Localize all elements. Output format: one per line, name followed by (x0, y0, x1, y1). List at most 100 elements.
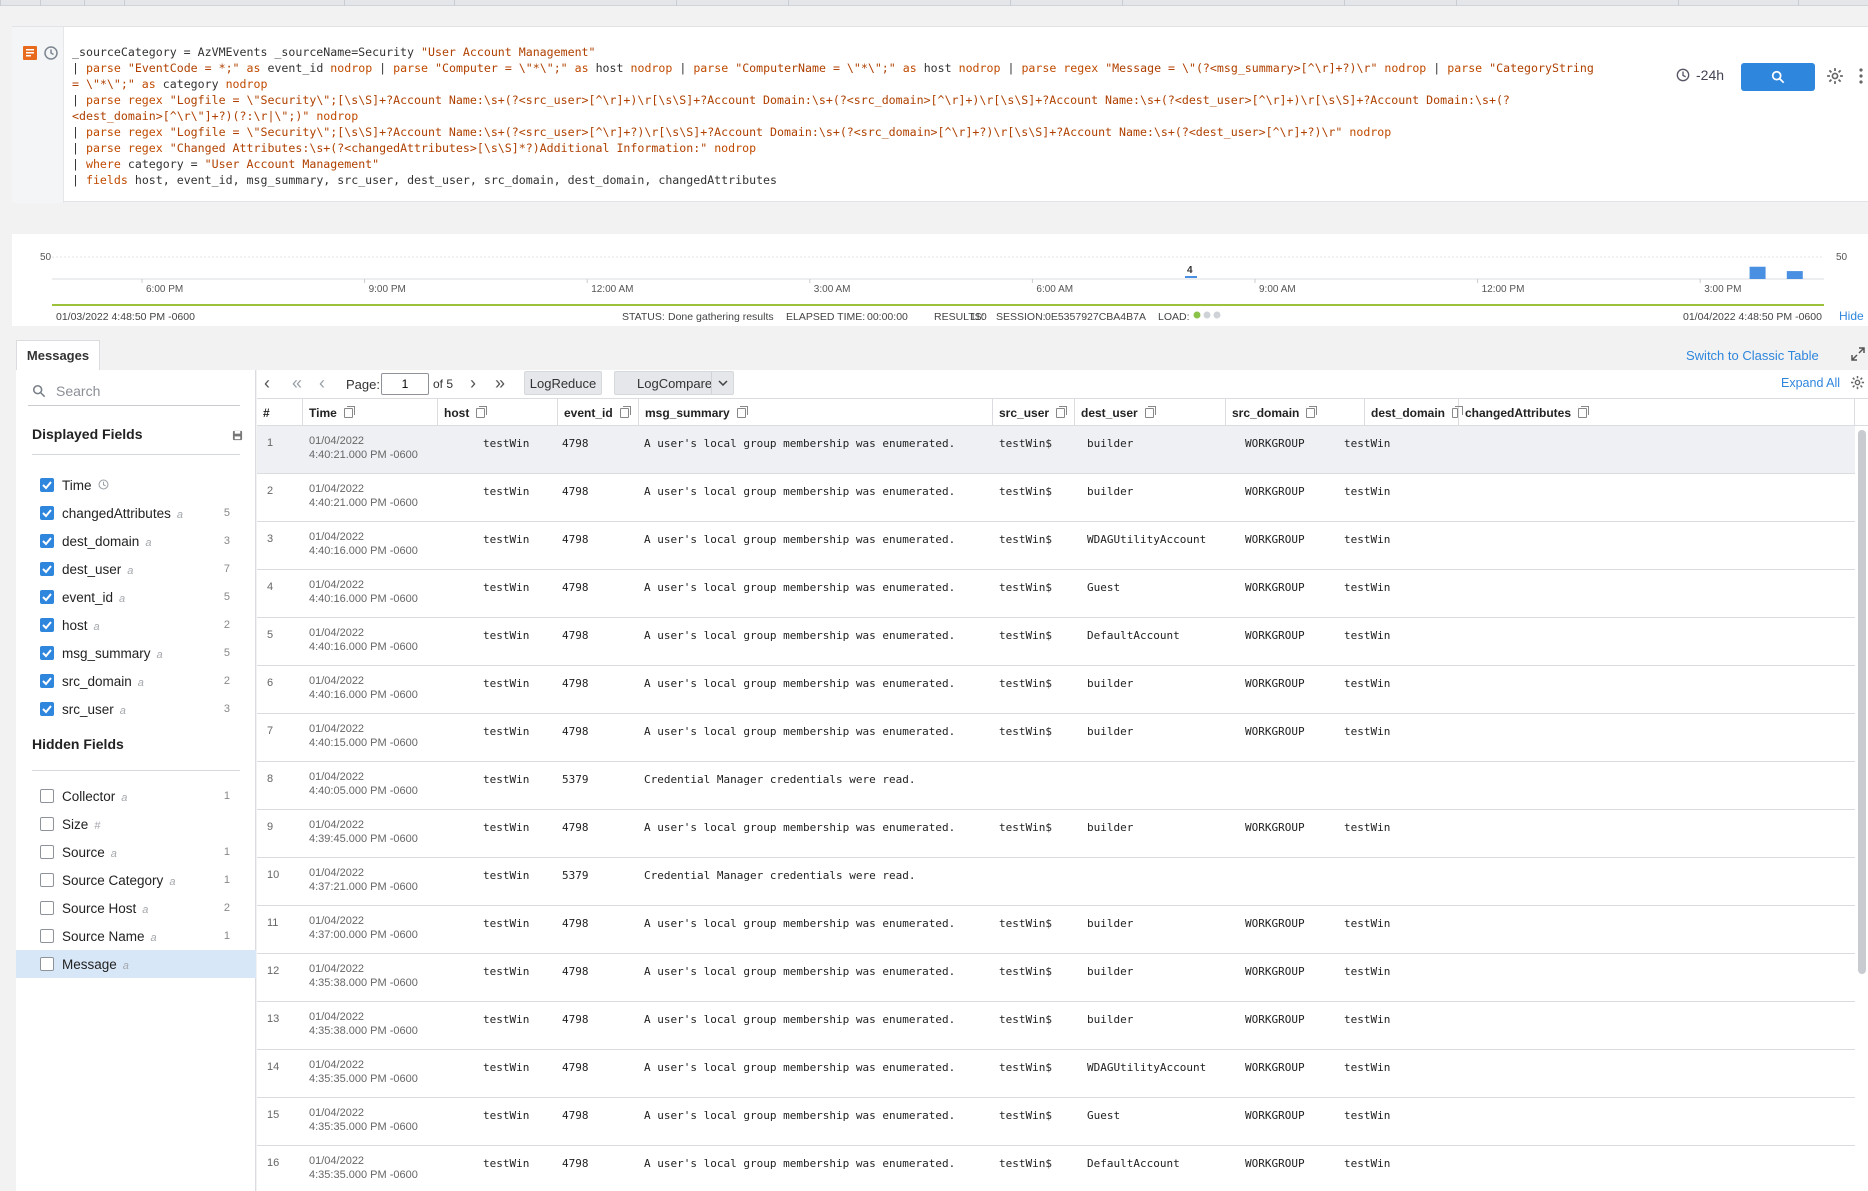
column-header-changedattributes[interactable]: changedAttributes (1459, 399, 1855, 427)
collapse-panel-icon[interactable]: ‹ (257, 374, 277, 394)
expand-all-link[interactable]: Expand All (1781, 376, 1840, 390)
column-header-index[interactable]: # (257, 399, 303, 427)
table-row[interactable]: 5 01/04/2022 4:40:16.000 PM -0600 testWin 47… (257, 618, 1855, 666)
field-item-src_domain[interactable]: src_domain a 2 (16, 667, 256, 695)
copy-icon[interactable] (476, 406, 488, 418)
cell-time: 01/04/2022 4:40:05.000 PM -0600 (309, 770, 418, 798)
field-checkbox[interactable] (40, 534, 54, 548)
table-row[interactable]: 9 01/04/2022 4:39:45.000 PM -0600 testWin 47… (257, 810, 1855, 858)
field-checkbox[interactable] (40, 901, 54, 915)
copy-icon[interactable] (736, 406, 748, 418)
copy-icon[interactable] (343, 406, 355, 418)
gear-icon[interactable] (1826, 67, 1844, 85)
column-header-src-user[interactable]: src_user (993, 399, 1075, 427)
column-header-dest-user[interactable]: dest_user (1075, 399, 1226, 427)
table-cell: WORKGROUP (1245, 1157, 1305, 1170)
field-item-source-category[interactable]: Source Category a 1 (16, 866, 256, 894)
table-row[interactable]: 16 01/04/2022 4:35:35.000 PM -0600 testWin 4… (257, 1146, 1855, 1191)
field-item-src_user[interactable]: src_user a 3 (16, 695, 256, 723)
column-header-host[interactable]: host (438, 399, 558, 427)
chevron-down-icon[interactable] (711, 372, 734, 394)
field-checkbox[interactable] (40, 845, 54, 859)
query-string: "Logfile = \"Security\";[\s\S]+?Account … (169, 125, 1350, 139)
copy-icon[interactable] (1306, 406, 1318, 418)
table-scrollbar[interactable] (1858, 430, 1866, 974)
table-row[interactable]: 6 01/04/2022 4:40:16.000 PM -0600 testWin 47… (257, 666, 1855, 714)
field-checkbox[interactable] (40, 957, 54, 971)
field-item-source-name[interactable]: Source Name a 1 (16, 922, 256, 950)
field-checkbox[interactable] (40, 478, 54, 492)
field-checkbox[interactable] (40, 506, 54, 520)
table-row[interactable]: 11 01/04/2022 4:37:00.000 PM -0600 testWin 4… (257, 906, 1855, 954)
table-row[interactable]: 15 01/04/2022 4:35:35.000 PM -0600 testWin 4… (257, 1098, 1855, 1146)
column-header-msg-summary[interactable]: msg_summary (639, 399, 993, 427)
table-settings-gear-icon[interactable] (1850, 375, 1865, 390)
switch-to-classic-table-link[interactable]: Switch to Classic Table (1686, 348, 1819, 363)
field-item-source[interactable]: Source a 1 (16, 838, 256, 866)
table-row[interactable]: 10 01/04/2022 4:37:21.000 PM -0600 testWin 5… (257, 858, 1855, 906)
field-item-dest_user[interactable]: dest_user a 7 (16, 555, 256, 583)
field-item-event_id[interactable]: event_id a 5 (16, 583, 256, 611)
fullscreen-icon[interactable] (1850, 346, 1866, 362)
copy-icon[interactable] (1452, 406, 1463, 418)
first-page-icon[interactable]: « (287, 374, 307, 394)
field-item-dest_domain[interactable]: dest_domain a 3 (16, 527, 256, 555)
more-options-icon[interactable] (1858, 67, 1864, 85)
table-row[interactable]: 12 01/04/2022 4:35:38.000 PM -0600 testWin 4… (257, 954, 1855, 1002)
table-row[interactable]: 2 01/04/2022 4:40:21.000 PM -0600 testWin 47… (257, 474, 1855, 522)
hide-histogram-link[interactable]: Hide (1839, 309, 1864, 323)
copy-icon[interactable] (1578, 406, 1590, 418)
history-icon[interactable] (43, 45, 59, 61)
field-checkbox[interactable] (40, 873, 54, 887)
logcompare-button[interactable]: LogCompare (614, 371, 734, 395)
last-page-icon[interactable]: » (490, 374, 510, 394)
field-checkbox[interactable] (40, 929, 54, 943)
copy-icon[interactable] (619, 406, 631, 418)
table-row[interactable]: 13 01/04/2022 4:35:38.000 PM -0600 testWin 4… (257, 1002, 1855, 1050)
copy-icon[interactable] (1056, 406, 1068, 418)
field-checkbox[interactable] (40, 562, 54, 576)
save-icon[interactable] (232, 430, 243, 441)
table-row[interactable]: 8 01/04/2022 4:40:05.000 PM -0600 testWin 53… (257, 762, 1855, 810)
time-range-picker[interactable]: -24h (1676, 67, 1724, 83)
tab-messages[interactable]: Messages (16, 340, 100, 370)
field-item-source-host[interactable]: Source Host a 2 (16, 894, 256, 922)
field-checkbox[interactable] (40, 789, 54, 803)
field-search-input[interactable]: Search (28, 376, 240, 406)
query-editor[interactable]: _sourceCategory = AzVMEvents _sourceName… (72, 44, 1672, 188)
field-item-msg_summary[interactable]: msg_summary a 5 (16, 639, 256, 667)
field-checkbox[interactable] (40, 674, 54, 688)
table-row[interactable]: 3 01/04/2022 4:40:16.000 PM -0600 testWin 47… (257, 522, 1855, 570)
histogram-chart[interactable]: 50 50 6:00 PM 9:00 PM 12:00 AM 3:00 AM 6:00 AM… (12, 234, 1868, 308)
table-row[interactable]: 7 01/04/2022 4:40:15.000 PM -0600 testWin 47… (257, 714, 1855, 762)
table-row[interactable]: 4 01/04/2022 4:40:16.000 PM -0600 testWin 47… (257, 570, 1855, 618)
column-header-dest-domain[interactable]: dest_domain (1365, 399, 1463, 427)
field-item-size[interactable]: Size # (16, 810, 256, 838)
logreduce-button[interactable]: LogReduce (524, 371, 602, 395)
table-row[interactable]: 14 01/04/2022 4:35:35.000 PM -0600 testWin 4… (257, 1050, 1855, 1098)
field-item-message[interactable]: Message a (16, 950, 256, 978)
field-checkbox[interactable] (40, 646, 54, 660)
column-header-event-id[interactable]: event_id (558, 399, 639, 427)
column-header-time[interactable]: Time (303, 399, 438, 427)
table-cell: builder (1087, 821, 1134, 834)
table-row[interactable]: 1 01/04/2022 4:40:21.000 PM -0600 testWin 47… (257, 426, 1855, 474)
field-checkbox[interactable] (40, 618, 54, 632)
copy-icon[interactable] (1144, 406, 1156, 418)
field-label: dest_user a (62, 562, 133, 577)
search-button[interactable] (1741, 63, 1815, 91)
field-item-collector[interactable]: Collector a 1 (16, 782, 256, 810)
field-checkbox[interactable] (40, 702, 54, 716)
page-number-input[interactable] (381, 373, 429, 395)
field-item-host[interactable]: host a 2 (16, 611, 256, 639)
next-page-icon[interactable]: › (463, 374, 483, 394)
document-icon[interactable] (22, 45, 38, 61)
field-item-changedattributes[interactable]: changedAttributes a 5 (16, 499, 256, 527)
field-checkbox[interactable] (40, 590, 54, 604)
previous-page-icon[interactable]: ‹ (312, 374, 332, 394)
field-checkbox[interactable] (40, 817, 54, 831)
column-header-src-domain[interactable]: src_domain (1226, 399, 1365, 427)
query-keyword: nodrop (630, 61, 673, 75)
cell-clock-time: 4:37:21.000 PM -0600 (309, 881, 418, 893)
field-item-time[interactable]: Time (16, 471, 256, 499)
